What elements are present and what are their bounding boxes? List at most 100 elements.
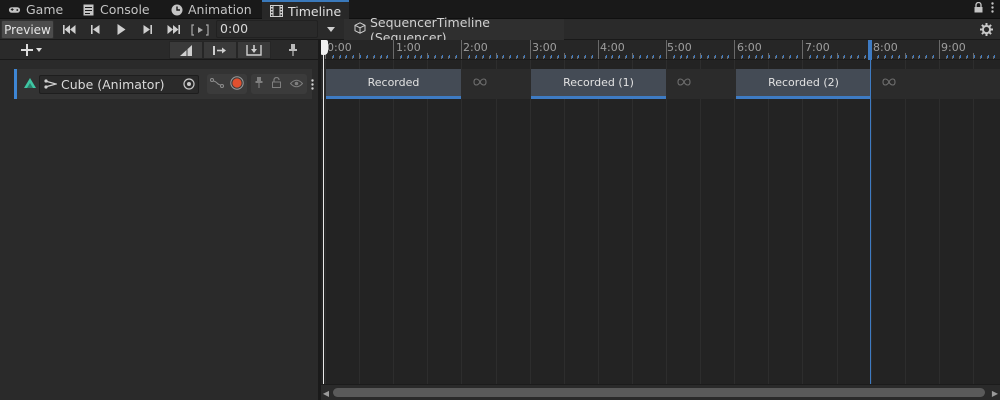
skip-to-start-icon	[63, 25, 76, 34]
track-binding-field[interactable]: Cube (Animator)	[39, 75, 199, 94]
frame-marker	[721, 55, 723, 58]
frame-marker	[946, 55, 948, 58]
frame-marker	[755, 55, 757, 58]
pin-button[interactable]	[281, 41, 305, 59]
frame-marker	[476, 55, 478, 58]
record-button[interactable]	[230, 75, 244, 93]
end-marker-handle[interactable]	[868, 40, 872, 60]
track-record-controls	[207, 74, 247, 94]
frame-marker	[680, 55, 682, 58]
frame-marker	[967, 55, 969, 58]
frame-marker	[619, 55, 621, 58]
scroll-left-arrow-icon[interactable]: ◀	[321, 387, 331, 399]
tab-timeline[interactable]: Timeline	[262, 0, 350, 20]
grid-line	[563, 60, 565, 388]
frame-marker	[510, 55, 512, 58]
tab-console[interactable]: Console	[74, 0, 158, 19]
frame-marker	[571, 55, 573, 58]
scrollbar-thumb[interactable]	[333, 388, 985, 397]
frame-marker	[387, 55, 389, 58]
track-header-cube[interactable]: Cube (Animator)	[14, 69, 314, 99]
frame-marker	[837, 55, 839, 58]
frame-marker	[987, 55, 989, 58]
frame-marker	[932, 55, 934, 58]
frame-marker	[782, 55, 784, 58]
track-lock-icon[interactable]	[271, 76, 281, 91]
grid-line	[666, 60, 667, 388]
timeline-content-area[interactable]: 0:00 1:00 2:00 3:00 4:00 5:00 6:00 7:00 …	[321, 40, 1000, 400]
add-track-button[interactable]	[16, 41, 48, 59]
grid-line	[325, 60, 326, 388]
object-picker-target-icon[interactable]	[181, 76, 197, 92]
frame-marker	[605, 55, 607, 58]
animation-clip[interactable]: Recorded	[326, 69, 461, 99]
chevron-down-icon	[327, 27, 335, 32]
grid-line	[461, 60, 463, 388]
breadcrumb[interactable]: SequencerTimeline (Sequencer)	[344, 15, 564, 45]
curves-toggle-icon[interactable]	[210, 77, 224, 92]
grid-line	[700, 60, 702, 388]
infinite-clip-icon	[473, 78, 487, 88]
go-to-end-button[interactable]	[161, 20, 186, 39]
clip-label: Recorded	[367, 76, 420, 89]
grid-line	[938, 60, 940, 388]
tab-game[interactable]: Game	[0, 0, 71, 19]
more-menu-icon[interactable]	[991, 2, 994, 16]
time-ruler[interactable]: 0:00 1:00 2:00 3:00 4:00 5:00 6:00 7:00 …	[321, 40, 1000, 60]
grid-line	[768, 60, 770, 388]
frame-marker	[892, 55, 894, 58]
animation-clip[interactable]: Recorded (1)	[531, 69, 666, 99]
snap-toggle-button[interactable]	[169, 41, 203, 59]
lock-icon[interactable]	[974, 1, 983, 16]
key-frame-mode-button[interactable]	[237, 41, 271, 59]
frame-marker	[332, 55, 334, 58]
go-to-start-button[interactable]	[57, 20, 82, 39]
frame-marker	[591, 55, 593, 58]
edit-mode-button[interactable]	[203, 41, 237, 59]
timeline-settings-button[interactable]	[978, 21, 994, 37]
next-frame-button[interactable]	[135, 20, 160, 39]
scroll-right-arrow-icon[interactable]: ▶	[990, 387, 1000, 399]
current-time-field[interactable]: 0:00	[216, 20, 318, 38]
console-icon	[82, 4, 95, 16]
play-button[interactable]	[109, 20, 134, 39]
clip-label: Recorded (2)	[768, 76, 839, 89]
frame-marker	[769, 55, 771, 58]
mix-mode-icon	[213, 45, 226, 55]
ruler-label: 4:00	[600, 41, 625, 54]
frame-marker	[401, 55, 403, 58]
timeline-end-marker[interactable]	[868, 40, 872, 386]
frame-marker	[353, 55, 355, 58]
grid-line	[904, 60, 906, 388]
frame-marker	[421, 55, 423, 58]
more-menu-icon	[310, 78, 314, 90]
frame-marker	[898, 55, 900, 58]
timeline-dropdown-button[interactable]	[320, 20, 342, 39]
tab-animation[interactable]: Animation	[162, 0, 260, 19]
ruler-tick	[734, 40, 736, 59]
frame-marker	[646, 55, 648, 58]
playhead[interactable]	[321, 40, 328, 386]
frame-marker	[516, 55, 518, 58]
frame-marker	[707, 55, 709, 58]
track-mute-eye-icon[interactable]	[289, 77, 303, 91]
play-range-button[interactable]	[187, 20, 212, 39]
frame-marker	[626, 55, 628, 58]
frame-marker	[455, 55, 457, 58]
ruler-label: 9:00	[941, 41, 966, 54]
frame-marker	[742, 55, 744, 58]
preview-button[interactable]: Preview	[1, 20, 54, 39]
frame-marker	[796, 55, 798, 58]
frame-marker	[557, 55, 559, 58]
track-pin-icon[interactable]	[255, 77, 263, 91]
frame-marker	[864, 55, 866, 58]
track-options-menu[interactable]	[307, 75, 317, 93]
playhead-handle[interactable]	[321, 40, 328, 55]
grid-line	[836, 60, 838, 388]
horizontal-scrollbar[interactable]: ◀ ▶	[321, 384, 1000, 400]
tab-label: Console	[100, 2, 150, 17]
animation-clip[interactable]: Recorded (2)	[736, 69, 871, 99]
frame-marker	[748, 55, 750, 58]
previous-frame-button[interactable]	[83, 20, 108, 39]
frame-marker	[789, 55, 791, 58]
